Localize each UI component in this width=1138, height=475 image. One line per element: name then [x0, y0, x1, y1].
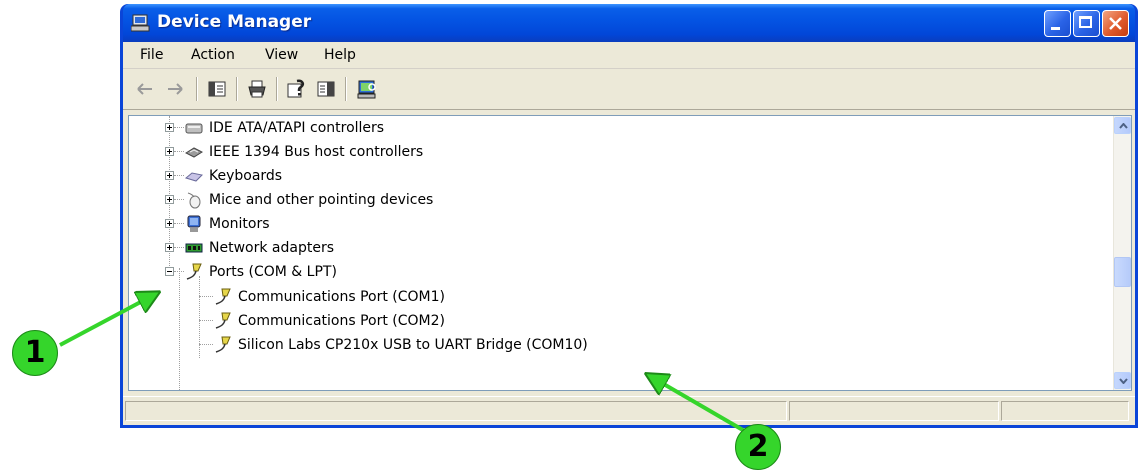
- status-cell: [125, 401, 787, 421]
- tree-connector: [199, 320, 213, 322]
- tree-connector: [174, 151, 184, 153]
- tree-item-label: Ports (COM & LPT): [209, 264, 337, 280]
- help-icon[interactable]: [287, 79, 307, 99]
- collapse-toggle[interactable]: [165, 267, 174, 276]
- toolbar-separator: [276, 77, 278, 101]
- detail-pane-icon[interactable]: [316, 79, 336, 99]
- computer-icon: [131, 14, 150, 32]
- status-cell: [1001, 401, 1129, 421]
- tree-item-ports[interactable]: Ports (COM & LPT): [185, 261, 337, 283]
- port-connector-icon: [215, 288, 231, 305]
- minimize-button[interactable]: [1044, 10, 1071, 37]
- menu-file[interactable]: File: [140, 47, 163, 63]
- tree-item-label: IDE ATA/ATAPI controllers: [209, 120, 385, 136]
- device-manager-window: Device Manager File Action View Help IDE…: [120, 4, 1138, 428]
- tree-item-monitors[interactable]: Monitors: [185, 213, 270, 235]
- tree-connector: [174, 223, 184, 225]
- close-button[interactable]: [1102, 10, 1129, 37]
- tree-connector: [179, 268, 181, 390]
- vertical-scrollbar[interactable]: [1113, 116, 1131, 390]
- toolbar-separator: [236, 77, 238, 101]
- scroll-thumb[interactable]: [1114, 257, 1131, 287]
- ide-controller-icon: [185, 123, 203, 134]
- close-icon: [1109, 17, 1122, 30]
- menu-view[interactable]: View: [265, 47, 298, 63]
- tree-connector: [199, 344, 213, 346]
- port-connector-icon: [186, 263, 202, 280]
- menu-bar: File Action View Help: [123, 42, 1135, 69]
- mouse-icon: [187, 192, 201, 209]
- toolbar-separator: [196, 77, 198, 101]
- tree-item-label: Communications Port (COM1): [238, 289, 445, 305]
- tree-item-com1[interactable]: Communications Port (COM1): [214, 286, 445, 308]
- window-client-area: File Action View Help IDE ATA/ATAPI cont…: [123, 42, 1135, 425]
- expand-toggle[interactable]: [165, 123, 174, 132]
- tree-item-ieee-1394[interactable]: IEEE 1394 Bus host controllers: [185, 141, 423, 163]
- scan-hardware-icon[interactable]: [357, 79, 377, 99]
- tree-item-label: Monitors: [209, 216, 270, 232]
- chevron-down-icon: [1119, 378, 1128, 384]
- status-bar: [123, 396, 1135, 425]
- tree-item-ide-ata[interactable]: IDE ATA/ATAPI controllers: [185, 117, 384, 139]
- tree-item-keyboards[interactable]: Keyboards: [185, 165, 282, 187]
- print-icon[interactable]: [247, 79, 267, 99]
- tree-item-com10[interactable]: Silicon Labs CP210x USB to UART Bridge (…: [214, 334, 588, 356]
- tree-item-label: Network adapters: [209, 240, 334, 256]
- back-arrow-icon[interactable]: [135, 79, 155, 99]
- port-connector-icon: [215, 312, 231, 329]
- callout-badge-1: 1: [12, 330, 58, 376]
- scroll-up-button[interactable]: [1114, 117, 1131, 134]
- expand-toggle[interactable]: [165, 195, 174, 204]
- maximize-button[interactable]: [1073, 10, 1100, 37]
- tree-item-label: Keyboards: [209, 168, 283, 184]
- network-adapter-icon: [185, 243, 203, 253]
- expand-toggle[interactable]: [165, 171, 174, 180]
- chevron-up-icon: [1119, 123, 1128, 129]
- tree-item-label: IEEE 1394 Bus host controllers: [209, 144, 424, 160]
- scroll-down-button[interactable]: [1114, 372, 1131, 389]
- keyboard-icon: [185, 172, 203, 182]
- menu-help[interactable]: Help: [324, 47, 356, 63]
- bus-controller-icon: [185, 147, 203, 158]
- tree-item-com2[interactable]: Communications Port (COM2): [214, 310, 445, 332]
- tree-connector: [174, 271, 184, 273]
- tree-item-label: Mice and other pointing devices: [209, 192, 434, 208]
- toolbar-separator: [345, 77, 347, 101]
- title-bar[interactable]: Device Manager: [123, 4, 1135, 42]
- tree-item-label: Silicon Labs CP210x USB to UART Bridge (…: [238, 337, 588, 353]
- device-tree[interactable]: IDE ATA/ATAPI controllers IEEE 1394 Bus …: [128, 115, 1132, 391]
- expand-toggle[interactable]: [165, 147, 174, 156]
- properties-pane-icon[interactable]: [207, 79, 227, 99]
- tree-item-label: Communications Port (COM2): [238, 313, 445, 329]
- port-connector-icon: [215, 336, 231, 353]
- forward-arrow-icon[interactable]: [165, 79, 185, 99]
- expand-toggle[interactable]: [165, 243, 174, 252]
- tree-connector: [174, 175, 184, 177]
- toolbar: [123, 69, 1135, 110]
- status-cell: [789, 401, 999, 421]
- tree-connector: [199, 296, 213, 298]
- menu-action[interactable]: Action: [191, 47, 235, 63]
- window-title: Device Manager: [157, 12, 312, 32]
- tree-connector: [174, 247, 184, 249]
- tree-connector: [174, 199, 184, 201]
- expand-toggle[interactable]: [165, 219, 174, 228]
- tree-item-mice[interactable]: Mice and other pointing devices: [185, 189, 433, 211]
- tree-connector: [174, 127, 184, 129]
- monitor-icon: [187, 215, 201, 232]
- tree-item-network-adapters[interactable]: Network adapters: [185, 237, 334, 259]
- callout-badge-2: 2: [735, 424, 781, 470]
